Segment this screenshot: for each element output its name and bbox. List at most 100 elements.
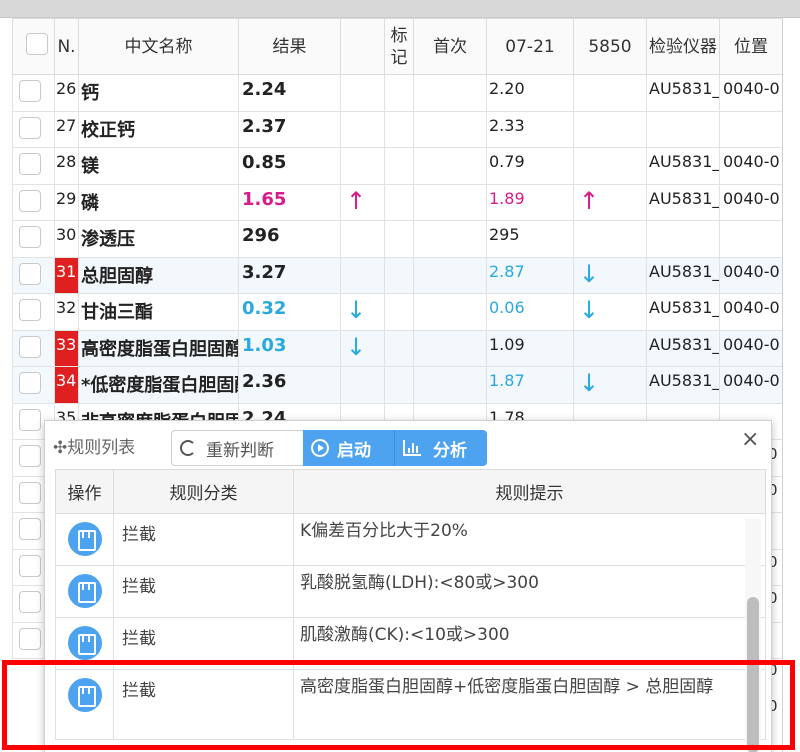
- mark-cell: [384, 329, 414, 367]
- rule-tip: 肌酸激酶(CK):<10或>300: [293, 617, 766, 670]
- rule-row[interactable]: 拦截 K偏差百分比大于20%: [55, 513, 766, 566]
- col-header-number[interactable]: N.: [54, 18, 79, 75]
- row-checkbox[interactable]: [19, 189, 41, 212]
- item-name: 总胆固醇: [78, 256, 239, 294]
- result-arrow-icon: [340, 74, 385, 112]
- row-checkbox[interactable]: [19, 372, 41, 394]
- row-checkbox[interactable]: [19, 116, 41, 139]
- first-cell: [413, 74, 487, 112]
- history-value-0721: 2.87: [486, 256, 574, 294]
- rules-scrollbar-thumb[interactable]: [747, 597, 759, 752]
- row-checkbox[interactable]: [19, 518, 41, 540]
- mark-cell: [384, 147, 414, 185]
- table-row[interactable]: 30 渗透压 296 295: [12, 220, 783, 258]
- rule-row[interactable]: 拦截 乳酸脱氢酶(LDH):<80或>300: [55, 565, 766, 618]
- rule-action-cell: [55, 565, 114, 618]
- row-checkbox-cell[interactable]: [12, 74, 55, 112]
- rule-row[interactable]: 拦截 高密度脂蛋白胆固醇+低密度脂蛋白胆固醇 > 总胆固醇: [55, 669, 766, 740]
- result-arrow-icon: [340, 110, 385, 148]
- col-header-mark[interactable]: 标记: [384, 18, 414, 75]
- first-cell: [413, 329, 487, 367]
- first-cell: [413, 293, 487, 331]
- position-value: 0040-0: [719, 293, 783, 331]
- mark-cell: [384, 256, 414, 294]
- col-header-first[interactable]: 首次: [413, 18, 487, 75]
- position-value: 0040-0: [719, 147, 783, 185]
- instrument-value: [646, 110, 720, 148]
- rules-header-row: 操作 规则分类 规则提示: [55, 469, 766, 514]
- col-header-chinese-name[interactable]: 中文名称: [78, 18, 239, 75]
- result-value[interactable]: 0.32: [238, 293, 341, 331]
- history-value-0721: 0.06: [486, 293, 574, 331]
- right-scroll-edge[interactable]: [782, 18, 800, 752]
- result-value[interactable]: 296: [238, 220, 341, 258]
- row-checkbox[interactable]: [19, 627, 41, 650]
- row-checkbox-cell[interactable]: [12, 183, 55, 221]
- history-value-0721: 295: [486, 220, 574, 258]
- col-header-indicator[interactable]: [340, 18, 385, 75]
- result-value[interactable]: 1.65: [238, 183, 341, 221]
- col-header-position[interactable]: 位置: [719, 18, 783, 75]
- row-checkbox[interactable]: [19, 299, 41, 321]
- rule-row[interactable]: 拦截 肌酸激酶(CK):<10或>300: [55, 617, 766, 670]
- position-value: 0040-0: [719, 256, 783, 294]
- row-checkbox-cell[interactable]: [12, 220, 55, 258]
- table-row[interactable]: 29 磷 1.65 ↑ 1.89 ↑ AU5831_ 0040-0: [12, 183, 783, 221]
- analyze-button[interactable]: 分析: [395, 430, 487, 466]
- result-value[interactable]: 3.27: [238, 256, 341, 294]
- row-number: 32: [54, 293, 79, 331]
- result-value[interactable]: 2.37: [238, 110, 341, 148]
- col-header-instrument[interactable]: 检验仪器: [646, 18, 720, 75]
- result-value[interactable]: 2.36: [238, 366, 341, 404]
- table-row[interactable]: 34 *低密度脂蛋白胆固醇 2.36 1.87 ↓ AU5831_ 0040-0: [12, 366, 783, 404]
- result-value[interactable]: 2.24: [238, 74, 341, 112]
- col-header-5850[interactable]: 5850: [573, 18, 647, 75]
- table-row[interactable]: 27 校正钙 2.37 2.33: [12, 110, 783, 148]
- row-checkbox[interactable]: [19, 80, 41, 102]
- col-header-result[interactable]: 结果: [238, 18, 341, 75]
- row-checkbox-cell[interactable]: [12, 256, 55, 294]
- row-checkbox-cell[interactable]: [12, 147, 55, 185]
- document-icon[interactable]: [67, 574, 102, 608]
- row-checkbox[interactable]: [19, 226, 41, 248]
- start-button[interactable]: 启动: [303, 430, 395, 466]
- table-row[interactable]: 28 镁 0.85 0.79 AU5831_ 0040-0: [12, 147, 783, 185]
- history-arrow-icon: [573, 220, 647, 258]
- table-row[interactable]: 31 总胆固醇 3.27 2.87 ↓ AU5831_ 0040-0: [12, 256, 783, 294]
- item-name: 磷: [78, 183, 239, 221]
- mark-cell: [384, 366, 414, 404]
- table-row[interactable]: 26 钙 2.24 2.20 AU5831_ 0040-0: [12, 74, 783, 112]
- mark-cell: [384, 293, 414, 331]
- table-row[interactable]: 33 高密度脂蛋白胆固醇 1.03 ↓ 1.09 AU5831_ 0040-0: [12, 329, 783, 367]
- row-checkbox[interactable]: [19, 481, 41, 504]
- instrument-value: AU5831_: [646, 74, 720, 112]
- result-value[interactable]: 0.85: [238, 147, 341, 185]
- row-checkbox[interactable]: [19, 591, 41, 613]
- col-header-history-0721[interactable]: 07-21: [486, 18, 574, 75]
- document-icon[interactable]: [67, 678, 102, 712]
- document-icon[interactable]: [67, 522, 102, 556]
- close-icon[interactable]: ×: [741, 427, 759, 452]
- first-cell: [413, 183, 487, 221]
- rule-category: 拦截: [113, 617, 294, 670]
- row-checkbox-cell[interactable]: [12, 110, 55, 148]
- row-checkbox-cell[interactable]: [12, 293, 55, 331]
- table-row[interactable]: 32 甘油三酯 0.32 ↓ 0.06 ↓ AU5831_ 0040-0: [12, 293, 783, 331]
- rule-action-cell: [55, 513, 114, 566]
- rule-action-cell: [55, 669, 114, 740]
- select-all-checkbox[interactable]: [25, 33, 48, 55]
- result-value[interactable]: 1.03: [238, 329, 341, 367]
- position-value: [719, 110, 783, 148]
- row-checkbox[interactable]: [19, 335, 41, 358]
- rejudge-button[interactable]: 重新判断: [171, 430, 304, 466]
- row-checkbox[interactable]: [19, 445, 41, 467]
- row-checkbox[interactable]: [19, 153, 41, 175]
- select-all-header[interactable]: [12, 18, 55, 75]
- rule-list-title[interactable]: ✣规则列表: [53, 433, 135, 458]
- row-checkbox-cell[interactable]: [12, 329, 55, 367]
- row-checkbox-cell[interactable]: [12, 366, 55, 404]
- row-checkbox[interactable]: [19, 554, 41, 577]
- document-icon[interactable]: [67, 626, 102, 660]
- row-checkbox[interactable]: [19, 408, 41, 431]
- row-checkbox[interactable]: [19, 262, 41, 285]
